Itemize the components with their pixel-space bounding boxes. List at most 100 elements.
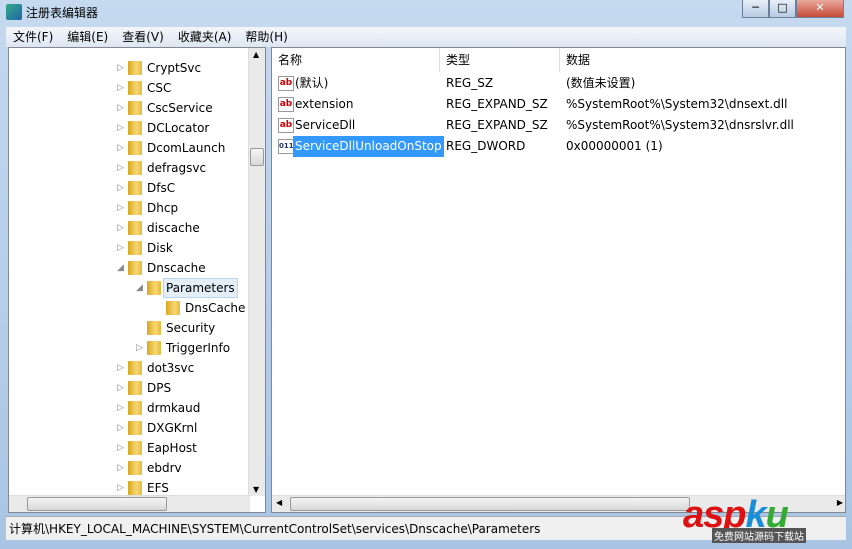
tree-node[interactable]: ▷ EapHost (9, 438, 249, 458)
value-row[interactable]: ab extension REG_EXPAND_SZ %SystemRoot%\Sys… (272, 94, 832, 115)
value-data: (数值未设置) (566, 76, 636, 90)
expand-arrow-icon[interactable]: ▷ (117, 358, 124, 378)
folder-icon (128, 381, 142, 395)
menu-file[interactable]: 文件(F) (6, 27, 60, 47)
tree-node-label[interactable]: DcomLaunch (147, 138, 225, 158)
menu-view[interactable]: 查看(V) (115, 27, 171, 47)
maximize-button[interactable]: □ (769, 0, 796, 18)
tree-node[interactable]: ▷ dot3svc (9, 358, 249, 378)
tree-node-label[interactable]: ebdrv (147, 458, 182, 478)
column-header-name[interactable]: 名称 (272, 48, 440, 72)
tree-hscroll-thumb[interactable] (27, 497, 167, 511)
folder-icon (128, 241, 142, 255)
value-type: REG_DWORD (446, 139, 526, 153)
expand-arrow-icon[interactable]: ▷ (117, 418, 124, 438)
scroll-down-icon[interactable]: ▼ (253, 485, 259, 494)
value-row[interactable]: ab ServiceDll REG_EXPAND_SZ %SystemRoot%\Sy… (272, 115, 832, 136)
tree-node-label[interactable]: defragsvc (147, 158, 206, 178)
scroll-left-icon[interactable]: ◀ (276, 498, 282, 507)
value-data: %SystemRoot%\System32\dnsrslvr.dll (566, 118, 794, 132)
value-row[interactable]: 011 ServiceDllUnloadOnStop REG_DWORD 0x0000… (272, 136, 832, 157)
tree-node[interactable]: ▷ DcomLaunch (9, 138, 249, 158)
collapse-arrow-icon[interactable]: ◢ (136, 278, 143, 298)
tree-vertical-scrollbar[interactable]: ▲ ▼ (248, 48, 265, 496)
tree-node-label[interactable]: DnsCache (185, 298, 245, 318)
menu-edit[interactable]: 编辑(E) (60, 27, 115, 47)
expand-arrow-icon[interactable]: ▷ (117, 158, 124, 178)
tree-node-label[interactable]: Dhcp (147, 198, 178, 218)
expand-arrow-icon[interactable]: ▷ (117, 198, 124, 218)
tree-node[interactable]: ◢ Dnscache (9, 258, 249, 278)
close-button[interactable]: ✕ (796, 0, 844, 18)
tree-node-label[interactable]: Dnscache (147, 258, 206, 278)
string-value-icon: ab (278, 76, 294, 91)
collapse-arrow-icon[interactable]: ◢ (117, 258, 124, 278)
key-tree: ▷ CryptSvc ▷ CSC ▷ CscService ▷ DCLocator ▷ DcomL… (8, 47, 266, 513)
tree-node[interactable]: ▷ TriggerInfo (9, 338, 249, 358)
value-type: REG_SZ (446, 76, 494, 90)
tree-node[interactable]: ▷ CscService (9, 98, 249, 118)
folder-icon (128, 181, 142, 195)
tree-node-label[interactable]: drmkaud (147, 398, 200, 418)
minimize-button[interactable]: ─ (742, 0, 769, 18)
tree-node-label[interactable]: DPS (147, 378, 171, 398)
column-header-data[interactable]: 数据 (560, 48, 845, 72)
tree-node[interactable]: ▷ Disk (9, 238, 249, 258)
menu-help[interactable]: 帮助(H) (238, 27, 294, 47)
tree-node-label[interactable]: CSC (147, 78, 171, 98)
tree-node-label[interactable]: CscService (147, 98, 213, 118)
tree-node-label[interactable]: CryptSvc (147, 58, 201, 78)
values-hscroll-thumb[interactable] (290, 497, 690, 511)
expand-arrow-icon[interactable]: ▷ (117, 458, 124, 478)
expand-arrow-icon[interactable]: ▷ (117, 138, 124, 158)
menu-favorites[interactable]: 收藏夹(A) (171, 27, 239, 47)
expand-arrow-icon[interactable]: ▷ (117, 398, 124, 418)
column-header-type[interactable]: 类型 (440, 48, 560, 72)
tree-node-label[interactable]: DfsC (147, 178, 175, 198)
expand-arrow-icon[interactable]: ▷ (117, 238, 124, 258)
expand-arrow-icon[interactable]: ▷ (117, 438, 124, 458)
tree-node-label[interactable]: TriggerInfo (166, 338, 230, 358)
value-name: extension (295, 97, 354, 111)
tree-node[interactable]: ▷ DfsC (9, 178, 249, 198)
tree-node[interactable]: Security (9, 318, 249, 338)
expand-arrow-icon[interactable]: ▷ (117, 178, 124, 198)
tree-node[interactable]: ▷ drmkaud (9, 398, 249, 418)
expand-arrow-icon[interactable]: ▷ (117, 58, 124, 78)
tree-node-label[interactable]: dot3svc (147, 358, 194, 378)
tree-node[interactable]: ▷ DXGKrnl (9, 418, 249, 438)
expand-arrow-icon[interactable]: ▷ (117, 218, 124, 238)
tree-node[interactable]: ▷ DPS (9, 378, 249, 398)
tree-node[interactable]: ▷ discache (9, 218, 249, 238)
folder-icon (128, 441, 142, 455)
folder-icon (147, 341, 161, 355)
expand-arrow-icon[interactable]: ▷ (136, 338, 143, 358)
expand-arrow-icon[interactable]: ▷ (117, 98, 124, 118)
tree-node[interactable]: DnsCache (9, 298, 249, 318)
value-row[interactable]: ab (默认) REG_SZ (数值未设置) (272, 73, 832, 94)
tree-node-label[interactable]: discache (147, 218, 200, 238)
tree-node[interactable]: ▷ ebdrv (9, 458, 249, 478)
expand-arrow-icon[interactable]: ▷ (117, 378, 124, 398)
scroll-up-icon[interactable]: ▲ (253, 50, 259, 59)
tree-node-label[interactable]: Parameters (163, 278, 238, 298)
tree-node[interactable]: ▷ DCLocator (9, 118, 249, 138)
folder-icon (128, 161, 142, 175)
folder-icon (147, 281, 161, 295)
tree-node-label[interactable]: Disk (147, 238, 173, 258)
tree-node[interactable]: ▷ defragsvc (9, 158, 249, 178)
binary-value-icon: 011 (278, 139, 294, 154)
expand-arrow-icon[interactable]: ▷ (117, 118, 124, 138)
tree-node[interactable]: ▷ CSC (9, 78, 249, 98)
tree-scroll-thumb[interactable] (250, 148, 264, 166)
tree-node[interactable]: ▷ CryptSvc (9, 58, 249, 78)
tree-node[interactable]: ▷ Dhcp (9, 198, 249, 218)
tree-horizontal-scrollbar[interactable] (9, 495, 250, 512)
expand-arrow-icon[interactable]: ▷ (117, 78, 124, 98)
tree-node-label[interactable]: DXGKrnl (147, 418, 197, 438)
tree-node[interactable]: ◢ Parameters (9, 278, 249, 298)
scroll-right-icon[interactable]: ▶ (837, 498, 843, 507)
tree-node-label[interactable]: EapHost (147, 438, 197, 458)
tree-node-label[interactable]: Security (166, 318, 215, 338)
tree-node-label[interactable]: DCLocator (147, 118, 209, 138)
